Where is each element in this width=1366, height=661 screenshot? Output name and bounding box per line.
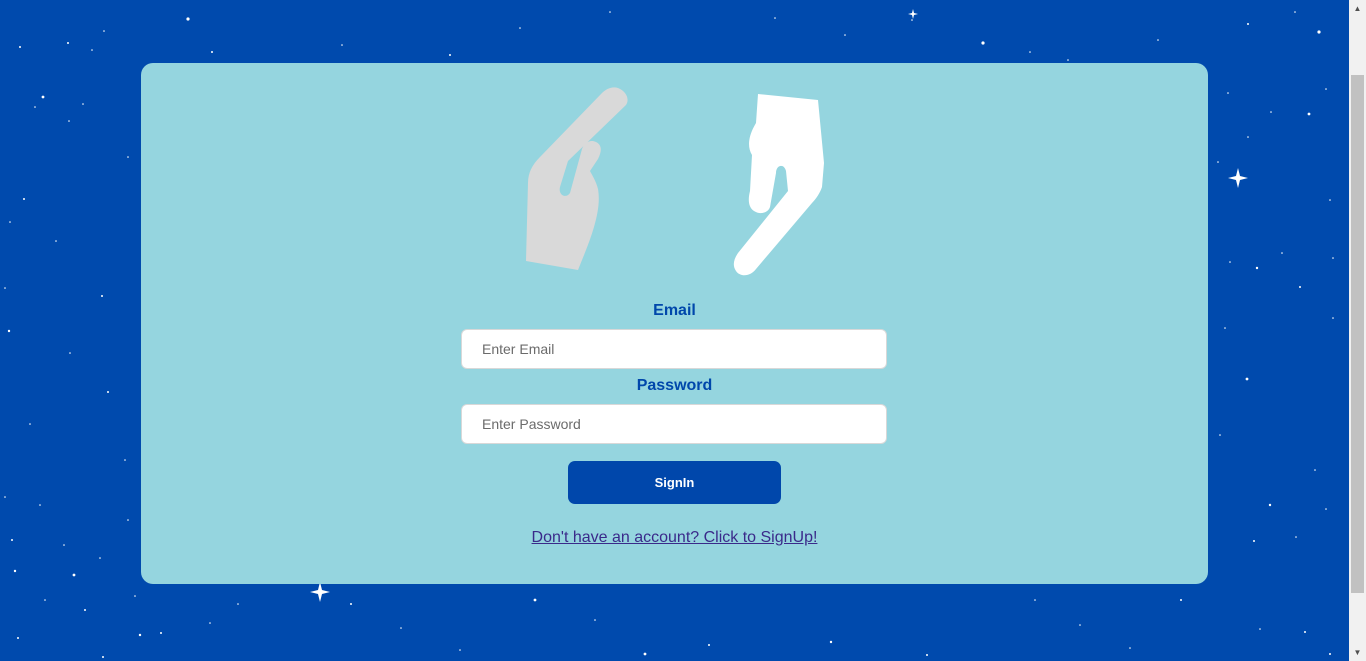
scrollbar-thumb[interactable]: [1351, 75, 1364, 593]
signup-link[interactable]: Don't have an account? Click to SignUp!: [532, 529, 818, 546]
scroll-up-arrow-icon[interactable]: ▲: [1349, 0, 1366, 17]
email-input[interactable]: [461, 329, 887, 369]
signup-link-container: Don't have an account? Click to SignUp!: [141, 529, 1208, 547]
left-hand-icon: [526, 87, 628, 270]
right-hand-icon: [733, 94, 824, 276]
password-input[interactable]: [461, 404, 887, 444]
scroll-down-arrow-icon[interactable]: ▼: [1349, 644, 1366, 661]
vertical-scrollbar[interactable]: ▲ ▼: [1349, 0, 1366, 661]
hands-icon: [526, 87, 824, 276]
page-background: Email Password SignIn Don't have an acco…: [0, 0, 1349, 661]
password-label: Password: [636, 377, 713, 394]
email-label: Email: [653, 302, 696, 319]
signin-card: Email Password SignIn Don't have an acco…: [141, 63, 1208, 584]
signin-button[interactable]: SignIn: [568, 461, 781, 504]
